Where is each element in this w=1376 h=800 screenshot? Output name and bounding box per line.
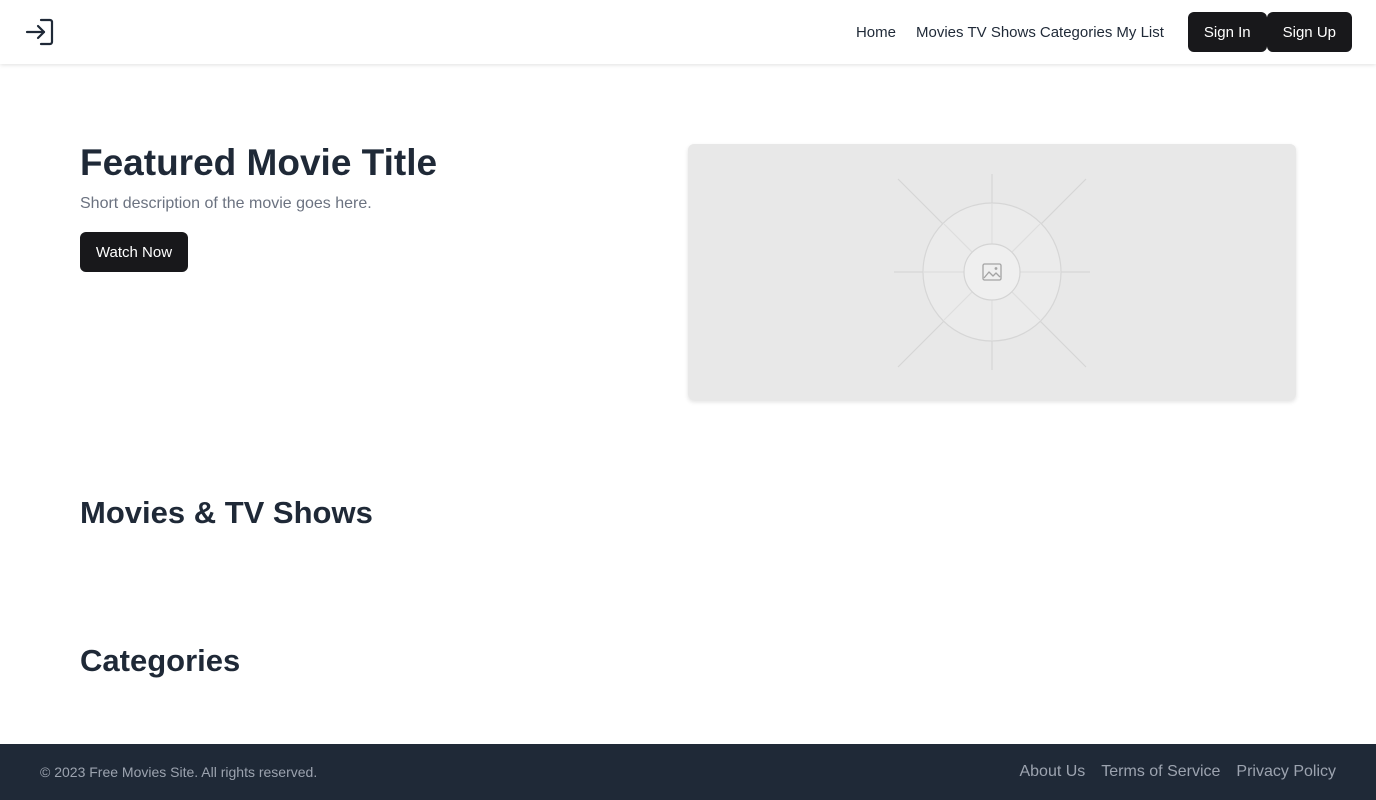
footer-terms-link[interactable]: Terms of Service bbox=[1101, 763, 1220, 781]
nav-tv-shows-link[interactable]: TV Shows bbox=[968, 24, 1036, 41]
featured-title: Featured Movie Title bbox=[80, 142, 438, 183]
nav-home-link[interactable]: Home bbox=[856, 24, 896, 41]
main-nav: Home Movies TV Shows Categories My List … bbox=[856, 12, 1352, 52]
footer-about-link[interactable]: About Us bbox=[1019, 763, 1085, 781]
footer-privacy-link[interactable]: Privacy Policy bbox=[1236, 763, 1336, 781]
nav-my-list-link[interactable]: My List bbox=[1116, 24, 1164, 41]
nav-categories-link[interactable]: Categories bbox=[1040, 24, 1113, 41]
sign-up-button[interactable]: Sign Up bbox=[1266, 12, 1352, 52]
nav-movies-link[interactable]: Movies bbox=[916, 24, 964, 41]
footer-links: About Us Terms of Service Privacy Policy bbox=[1019, 763, 1336, 781]
categories-heading: Categories bbox=[80, 643, 241, 678]
copyright-text: © 2023 Free Movies Site. All rights rese… bbox=[40, 764, 318, 780]
watch-now-button[interactable]: Watch Now bbox=[80, 232, 188, 272]
login-arrow-icon[interactable] bbox=[24, 16, 56, 48]
site-header: Home Movies TV Shows Categories My List … bbox=[0, 0, 1376, 64]
featured-description: Short description of the movie goes here… bbox=[80, 195, 372, 212]
site-footer: © 2023 Free Movies Site. All rights rese… bbox=[0, 744, 1376, 800]
nav-links-group: Movies TV Shows Categories My List bbox=[916, 24, 1164, 41]
movies-tv-shows-heading: Movies & TV Shows bbox=[80, 495, 373, 530]
sign-in-button[interactable]: Sign In bbox=[1187, 12, 1267, 52]
image-placeholder-icon bbox=[894, 174, 1090, 370]
featured-image-placeholder bbox=[688, 144, 1296, 400]
